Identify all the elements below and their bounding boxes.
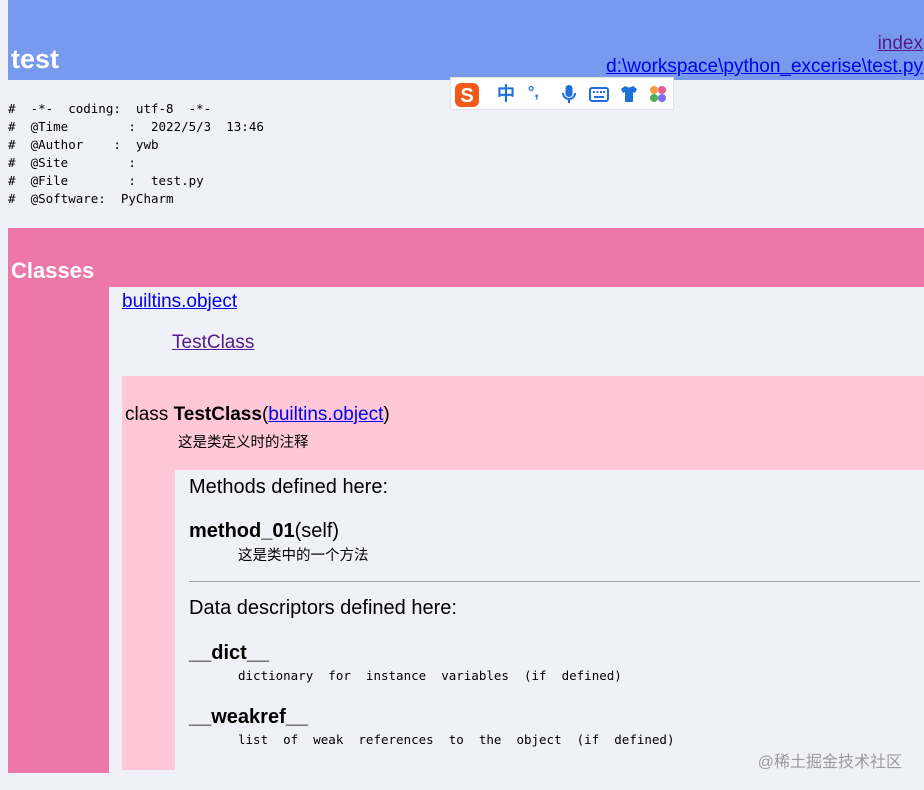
builtins-object-link[interactable]: builtins.object bbox=[122, 291, 237, 313]
testclass-tree-link[interactable]: TestClass bbox=[172, 332, 254, 354]
descriptor-name: __dict__ bbox=[189, 642, 270, 664]
method-signature: method_01(self) bbox=[189, 520, 339, 543]
keyboard-icon[interactable] bbox=[587, 82, 611, 106]
method-args: (self) bbox=[294, 520, 340, 542]
class-name: TestClass bbox=[173, 404, 262, 425]
classes-section-title: Classes bbox=[11, 258, 95, 283]
watermark: @稀土掘金技术社区 bbox=[757, 754, 902, 771]
classes-section-header bbox=[8, 228, 924, 287]
toolbox-icon[interactable] bbox=[646, 82, 670, 106]
microphone-icon[interactable] bbox=[557, 82, 581, 106]
paren-close: ) bbox=[383, 404, 390, 425]
descriptor-doc: list of weak references to the object (i… bbox=[238, 732, 675, 747]
descriptor-doc: dictionary for instance variables (if de… bbox=[238, 668, 622, 683]
module-title: test bbox=[11, 44, 60, 74]
shirt-icon[interactable] bbox=[617, 82, 641, 106]
data-descriptors-heading: Data descriptors defined here: bbox=[189, 597, 457, 619]
class-base-link[interactable]: builtins.object bbox=[268, 404, 383, 425]
section-divider bbox=[189, 581, 920, 582]
descriptor-name: __weakref__ bbox=[189, 706, 308, 728]
class-signature: class TestClass(builtins.object) bbox=[125, 404, 390, 426]
class-docstring: 这是类定义时的注释 bbox=[178, 435, 309, 451]
sogou-logo-icon[interactable]: S bbox=[454, 82, 479, 107]
class-keyword: class bbox=[125, 404, 174, 425]
file-path-link[interactable]: d:\workspace\python_excerise\test.py bbox=[606, 56, 923, 78]
chinese-mode-toggle[interactable]: 中 bbox=[497, 82, 521, 106]
method-docstring: 这是类中的一个方法 bbox=[238, 548, 369, 564]
index-link[interactable]: index bbox=[878, 33, 923, 55]
ime-toolbar[interactable]: S 中 °, bbox=[450, 77, 674, 110]
module-header-comments: # -*- coding: utf-8 -*- # @Time : 2022/5… bbox=[8, 101, 264, 206]
svg-text:S: S bbox=[460, 85, 473, 107]
classes-left-strip bbox=[8, 287, 109, 773]
methods-heading: Methods defined here: bbox=[189, 476, 389, 498]
method-name: method_01 bbox=[189, 520, 295, 542]
punctuation-icon[interactable]: °, bbox=[528, 82, 552, 106]
